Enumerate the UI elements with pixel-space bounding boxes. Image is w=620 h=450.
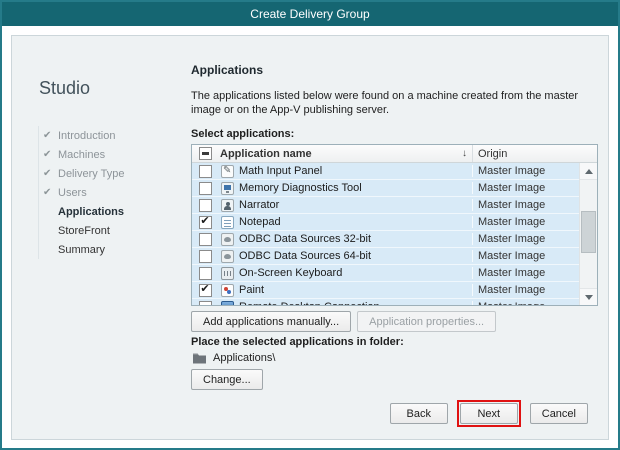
table-row[interactable]: ✔ Notepad Master Image	[192, 214, 597, 231]
select-all-checkbox[interactable]	[199, 147, 212, 160]
column-label: Origin	[478, 148, 507, 160]
titlebar: Create Delivery Group	[2, 2, 618, 26]
application-properties-button: Application properties...	[357, 311, 496, 332]
scroll-up-button[interactable]	[580, 163, 597, 180]
sidebar-item-machines[interactable]: ✔ Machines	[43, 145, 124, 164]
create-delivery-group-dialog: Create Delivery Group Studio ✔ Introduct…	[0, 0, 620, 450]
app-name: Narrator	[239, 199, 279, 211]
check-icon: ✔	[43, 130, 58, 141]
step-label: Introduction	[58, 130, 115, 142]
odbc-icon	[221, 233, 234, 246]
sidebar-item-introduction[interactable]: ✔ Introduction	[43, 126, 124, 145]
sort-descending-icon: ↓	[462, 148, 467, 159]
arrow-down-icon	[585, 295, 593, 300]
column-header-origin[interactable]: Origin	[472, 145, 597, 162]
wizard-panel: Studio ✔ Introduction ✔ Machines ✔ Deliv…	[11, 35, 609, 440]
keyboard-icon	[221, 267, 234, 280]
app-name: On-Screen Keyboard	[239, 267, 342, 279]
table-body: Math Input Panel Master Image Memory Dia…	[192, 163, 597, 305]
odbc-icon	[221, 250, 234, 263]
sidebar-item-applications[interactable]: Applications	[43, 202, 124, 221]
folder-section-label: Place the selected applications in folde…	[191, 336, 404, 348]
table-row[interactable]: Remote Desktop Connection Master Image	[192, 299, 597, 305]
row-checkbox[interactable]: ✔	[199, 284, 212, 297]
table-row[interactable]: Narrator Master Image	[192, 197, 597, 214]
scrollbar[interactable]	[579, 163, 597, 305]
row-checkbox[interactable]: ✔	[199, 216, 212, 229]
table-row[interactable]: On-Screen Keyboard Master Image	[192, 265, 597, 282]
change-folder-button[interactable]: Change...	[191, 369, 263, 390]
studio-logo: Studio	[39, 78, 90, 99]
column-label: Application name	[220, 148, 312, 160]
memory-diagnostics-icon	[221, 182, 234, 195]
table-row[interactable]: ODBC Data Sources 64-bit Master Image	[192, 248, 597, 265]
app-name: Memory Diagnostics Tool	[239, 182, 362, 194]
sidebar-item-users[interactable]: ✔ Users	[43, 183, 124, 202]
step-label: Applications	[58, 206, 124, 218]
paint-icon	[221, 284, 234, 297]
app-name: ODBC Data Sources 64-bit	[239, 250, 371, 262]
table-row[interactable]: ODBC Data Sources 32-bit Master Image	[192, 231, 597, 248]
check-icon: ✔	[43, 187, 58, 198]
row-checkbox[interactable]	[199, 301, 212, 306]
step-label: Users	[58, 187, 87, 199]
description-text: The applications listed below were found…	[191, 89, 598, 117]
column-header-application-name[interactable]: Application name ↓	[218, 145, 472, 162]
back-button[interactable]: Back	[390, 403, 448, 424]
step-label: Summary	[58, 244, 105, 256]
narrator-icon	[221, 199, 234, 212]
app-name: ODBC Data Sources 32-bit	[239, 233, 371, 245]
row-checkbox[interactable]	[199, 233, 212, 246]
math-input-panel-icon	[221, 165, 234, 178]
sidebar-item-delivery-type[interactable]: ✔ Delivery Type	[43, 164, 124, 183]
sidebar-item-storefront[interactable]: StoreFront	[43, 221, 124, 240]
sidebar-item-summary[interactable]: Summary	[43, 240, 124, 259]
app-name: Math Input Panel	[239, 165, 322, 177]
folder-icon	[192, 352, 207, 364]
check-icon: ✔	[43, 149, 58, 160]
next-button[interactable]: Next	[460, 403, 518, 424]
row-checkbox[interactable]	[199, 182, 212, 195]
page-title: Applications	[191, 63, 263, 77]
table-row[interactable]: Math Input Panel Master Image	[192, 163, 597, 180]
step-label: Machines	[58, 149, 105, 161]
add-applications-manually-button[interactable]: Add applications manually...	[191, 311, 351, 332]
content-area: Applications The applications listed bel…	[191, 36, 598, 439]
select-applications-label: Select applications:	[191, 128, 294, 140]
app-name: Paint	[239, 284, 264, 296]
dialog-title: Create Delivery Group	[250, 7, 369, 21]
step-label: StoreFront	[58, 225, 110, 237]
arrow-up-icon	[585, 169, 593, 174]
check-icon: ✔	[43, 168, 58, 179]
table-row[interactable]: ✔ Paint Master Image	[192, 282, 597, 299]
row-checkbox[interactable]	[199, 199, 212, 212]
row-checkbox[interactable]	[199, 165, 212, 178]
footer-buttons: Back Next Cancel	[390, 400, 588, 427]
app-name: Remote Desktop Connection	[239, 301, 380, 305]
app-name: Notepad	[239, 216, 281, 228]
next-button-highlight: Next	[457, 400, 521, 427]
indeterminate-mark	[202, 152, 209, 155]
checkmark: ✔	[200, 284, 209, 295]
scrollbar-thumb[interactable]	[581, 211, 596, 253]
checkmark: ✔	[200, 216, 209, 227]
remote-desktop-icon	[221, 301, 234, 306]
applications-folder-path: Applications\	[213, 352, 275, 364]
scroll-down-button[interactable]	[580, 288, 597, 305]
row-checkbox[interactable]	[199, 267, 212, 280]
table-row[interactable]: Memory Diagnostics Tool Master Image	[192, 180, 597, 197]
applications-table: Application name ↓ Origin Math Input Pan…	[191, 144, 598, 306]
table-header: Application name ↓ Origin	[192, 145, 597, 163]
notepad-icon	[221, 216, 234, 229]
row-checkbox[interactable]	[199, 250, 212, 263]
wizard-steps: ✔ Introduction ✔ Machines ✔ Delivery Typ…	[38, 126, 124, 259]
step-label: Delivery Type	[58, 168, 124, 180]
cancel-button[interactable]: Cancel	[530, 403, 588, 424]
